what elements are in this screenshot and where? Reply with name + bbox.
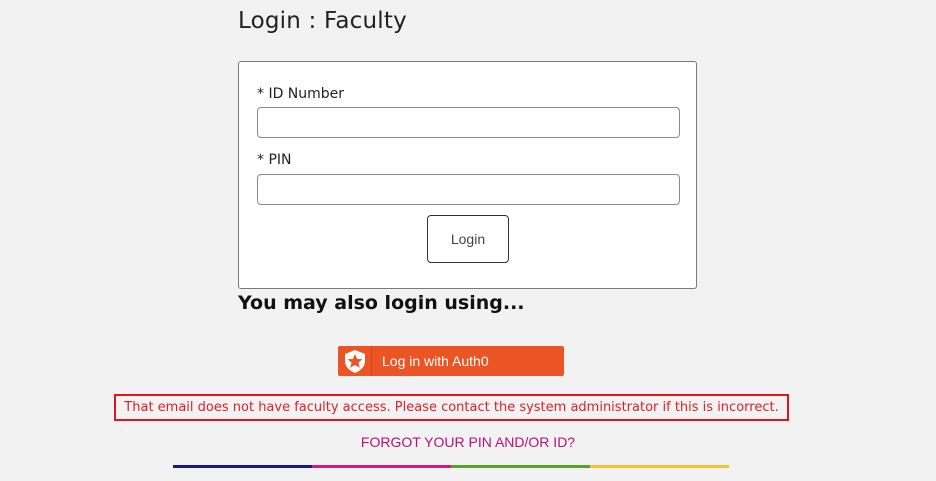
login-button[interactable]: Login xyxy=(427,215,509,263)
error-message-text: That email does not have faculty access.… xyxy=(124,400,779,415)
accent-bar-segment-green xyxy=(451,465,590,468)
accent-color-bar xyxy=(173,465,729,468)
pin-input[interactable] xyxy=(257,174,680,205)
error-message: That email does not have faculty access.… xyxy=(114,394,789,421)
auth0-button-label: Log in with Auth0 xyxy=(382,353,489,369)
accent-bar-segment-yellow xyxy=(590,465,729,468)
accent-bar-segment-magenta xyxy=(312,465,451,468)
alt-login-heading: You may also login using... xyxy=(238,292,525,314)
id-number-label: * ID Number xyxy=(257,86,345,102)
accent-bar-segment-navy xyxy=(173,465,312,468)
auth0-login-button[interactable]: Log in with Auth0 xyxy=(338,346,564,376)
forgot-pin-id-link[interactable]: FORGOT YOUR PIN AND/OR ID? xyxy=(0,434,936,450)
login-form-card: * ID Number * PIN Login xyxy=(238,61,697,289)
pin-label: * PIN xyxy=(257,152,292,168)
id-number-input[interactable] xyxy=(257,107,680,138)
auth0-star-shield-icon xyxy=(339,346,372,376)
page-title: Login : Faculty xyxy=(238,8,407,34)
